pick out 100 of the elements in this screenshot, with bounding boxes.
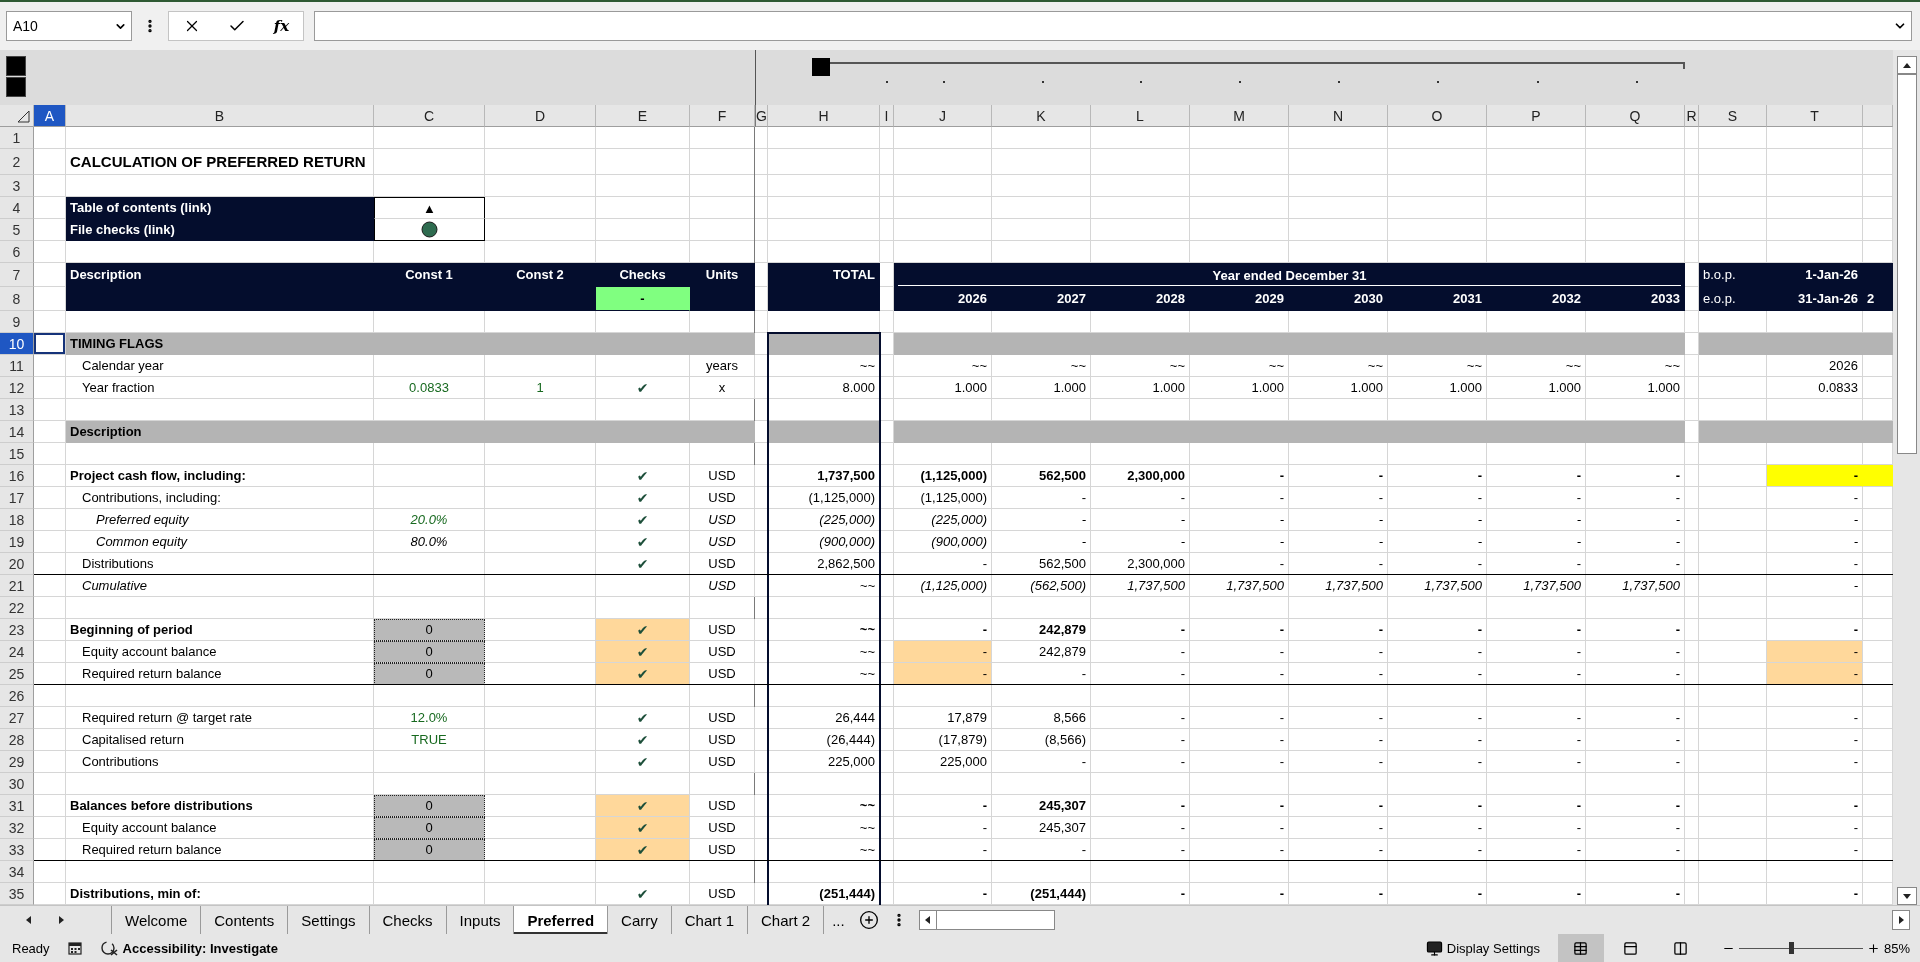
row-number[interactable]: 6 <box>0 241 34 263</box>
next-sheet-icon[interactable] <box>56 915 66 925</box>
scroll-down-button[interactable] <box>1897 887 1917 905</box>
column-heading: 2029 <box>1190 287 1289 311</box>
column-header[interactable]: L <box>1091 105 1190 127</box>
accessibility-icon[interactable] <box>100 940 119 956</box>
formula-input[interactable] <box>314 11 1912 41</box>
row-number[interactable]: 7 <box>0 263 34 287</box>
column-header[interactable]: I <box>880 105 894 127</box>
row-number[interactable]: 32 <box>0 817 34 839</box>
section-band <box>1699 333 1767 355</box>
column-header[interactable]: A <box>34 105 66 127</box>
column-heading: Description <box>66 263 374 287</box>
row-number[interactable]: 24 <box>0 641 34 663</box>
column-header[interactable]: J <box>894 105 992 127</box>
column-header[interactable]: R <box>1685 105 1699 127</box>
row-number[interactable]: 28 <box>0 729 34 751</box>
column-heading: Const 1 <box>374 263 485 287</box>
column-header[interactable]: D <box>485 105 596 127</box>
link-label[interactable]: File checks (link) <box>66 219 374 241</box>
insert-function-button[interactable]: fx <box>273 17 290 35</box>
accessibility-status[interactable]: Accessibility: Investigate <box>122 940 278 956</box>
row-number[interactable]: 11 <box>0 355 34 377</box>
right-arrow-icon[interactable] <box>1896 915 1906 925</box>
column-header[interactable]: G <box>755 105 768 127</box>
display-icon[interactable] <box>1425 939 1443 957</box>
row-number[interactable]: 20 <box>0 553 34 575</box>
column-header[interactable]: E <box>596 105 690 127</box>
select-all-button[interactable] <box>0 105 34 127</box>
link-label[interactable]: Table of contents (link) <box>66 197 374 219</box>
column-header[interactable]: C <box>374 105 485 127</box>
columns-icon <box>1673 940 1689 956</box>
row-number[interactable]: 33 <box>0 839 34 861</box>
horizontal-scroll-thumb[interactable] <box>936 910 1055 930</box>
scroll-left-button[interactable] <box>918 910 937 930</box>
row-number[interactable]: 25 <box>0 663 34 685</box>
column-heading: e.o.p. <box>1699 287 1767 311</box>
selected-cell[interactable] <box>34 333 66 355</box>
column-header[interactable]: B <box>66 105 374 127</box>
row-number[interactable]: 4 <box>0 197 34 219</box>
row-number[interactable]: 3 <box>0 175 34 197</box>
row-number[interactable]: 13 <box>0 399 34 421</box>
add-sheet-icon[interactable] <box>858 910 879 930</box>
zoom-in-icon[interactable] <box>1866 941 1880 955</box>
zoom-level[interactable]: 85% <box>1883 940 1910 956</box>
more-sheets-button[interactable]: ... <box>824 906 853 934</box>
row-number[interactable]: 19 <box>0 531 34 553</box>
row-number[interactable]: 17 <box>0 487 34 509</box>
row-number[interactable]: 8 <box>0 287 34 311</box>
column-header[interactable]: T <box>1767 105 1863 127</box>
row-number[interactable]: 18 <box>0 509 34 531</box>
macro-recorder-icon[interactable] <box>67 941 83 955</box>
column-heading: 2032 <box>1487 287 1586 311</box>
view-button[interactable] <box>1557 934 1604 962</box>
name-box[interactable]: A10 <box>6 11 132 41</box>
row-number[interactable]: 34 <box>0 861 34 883</box>
column-header[interactable]: S <box>1699 105 1767 127</box>
column-header[interactable]: M <box>1190 105 1289 127</box>
column-header[interactable]: H <box>768 105 880 127</box>
previous-sheet-icon[interactable] <box>24 915 34 925</box>
row-number[interactable]: 12 <box>0 377 34 399</box>
column-header[interactable]: K <box>992 105 1091 127</box>
row-number[interactable]: 9 <box>0 311 34 333</box>
column-heading: 2026 <box>894 287 992 311</box>
row-number[interactable]: 30 <box>0 773 34 795</box>
link-marker[interactable]: ▲ <box>374 197 485 219</box>
down-arrow-icon[interactable] <box>1902 891 1912 901</box>
row-number[interactable]: 35 <box>0 883 34 905</box>
table-cell: 0 <box>374 795 485 817</box>
column-header[interactable]: P <box>1487 105 1586 127</box>
corner-triangle-icon <box>17 110 30 123</box>
column-header[interactable]: O <box>1388 105 1487 127</box>
row-number[interactable]: 27 <box>0 707 34 729</box>
column-header[interactable]: F <box>690 105 755 127</box>
table-icon <box>1573 940 1589 956</box>
row-number[interactable]: 23 <box>0 619 34 641</box>
table-cell: 0 <box>374 663 485 685</box>
row-number[interactable]: 10 <box>0 333 34 355</box>
column-heading: TOTAL <box>768 263 880 287</box>
check-mark: ✔ <box>596 817 690 839</box>
row-number[interactable]: 5 <box>0 219 34 241</box>
row-number[interactable]: 14 <box>0 421 34 443</box>
row-number[interactable]: 26 <box>0 685 34 707</box>
row-number[interactable]: 21 <box>0 575 34 597</box>
row-number[interactable]: 22 <box>0 597 34 619</box>
check-mark: ✔ <box>596 641 690 663</box>
scroll-thumb[interactable] <box>1897 74 1917 454</box>
row-number[interactable]: 16 <box>0 465 34 487</box>
row-number[interactable]: 31 <box>0 795 34 817</box>
display-settings-link[interactable]: Display Settings <box>1446 940 1540 956</box>
row-number[interactable]: 29 <box>0 751 34 773</box>
sheet-tab[interactable]: Preferred <box>514 906 609 934</box>
zoom-slider-thumb[interactable] <box>1789 942 1795 954</box>
scroll-up-button[interactable] <box>1897 56 1917 74</box>
row-number[interactable]: 2 <box>0 149 34 175</box>
scroll-right-button[interactable] <box>1892 910 1910 930</box>
row-number[interactable]: 1 <box>0 127 34 149</box>
column-header[interactable]: N <box>1289 105 1388 127</box>
row-number[interactable]: 15 <box>0 443 34 465</box>
column-header[interactable]: Q <box>1586 105 1685 127</box>
